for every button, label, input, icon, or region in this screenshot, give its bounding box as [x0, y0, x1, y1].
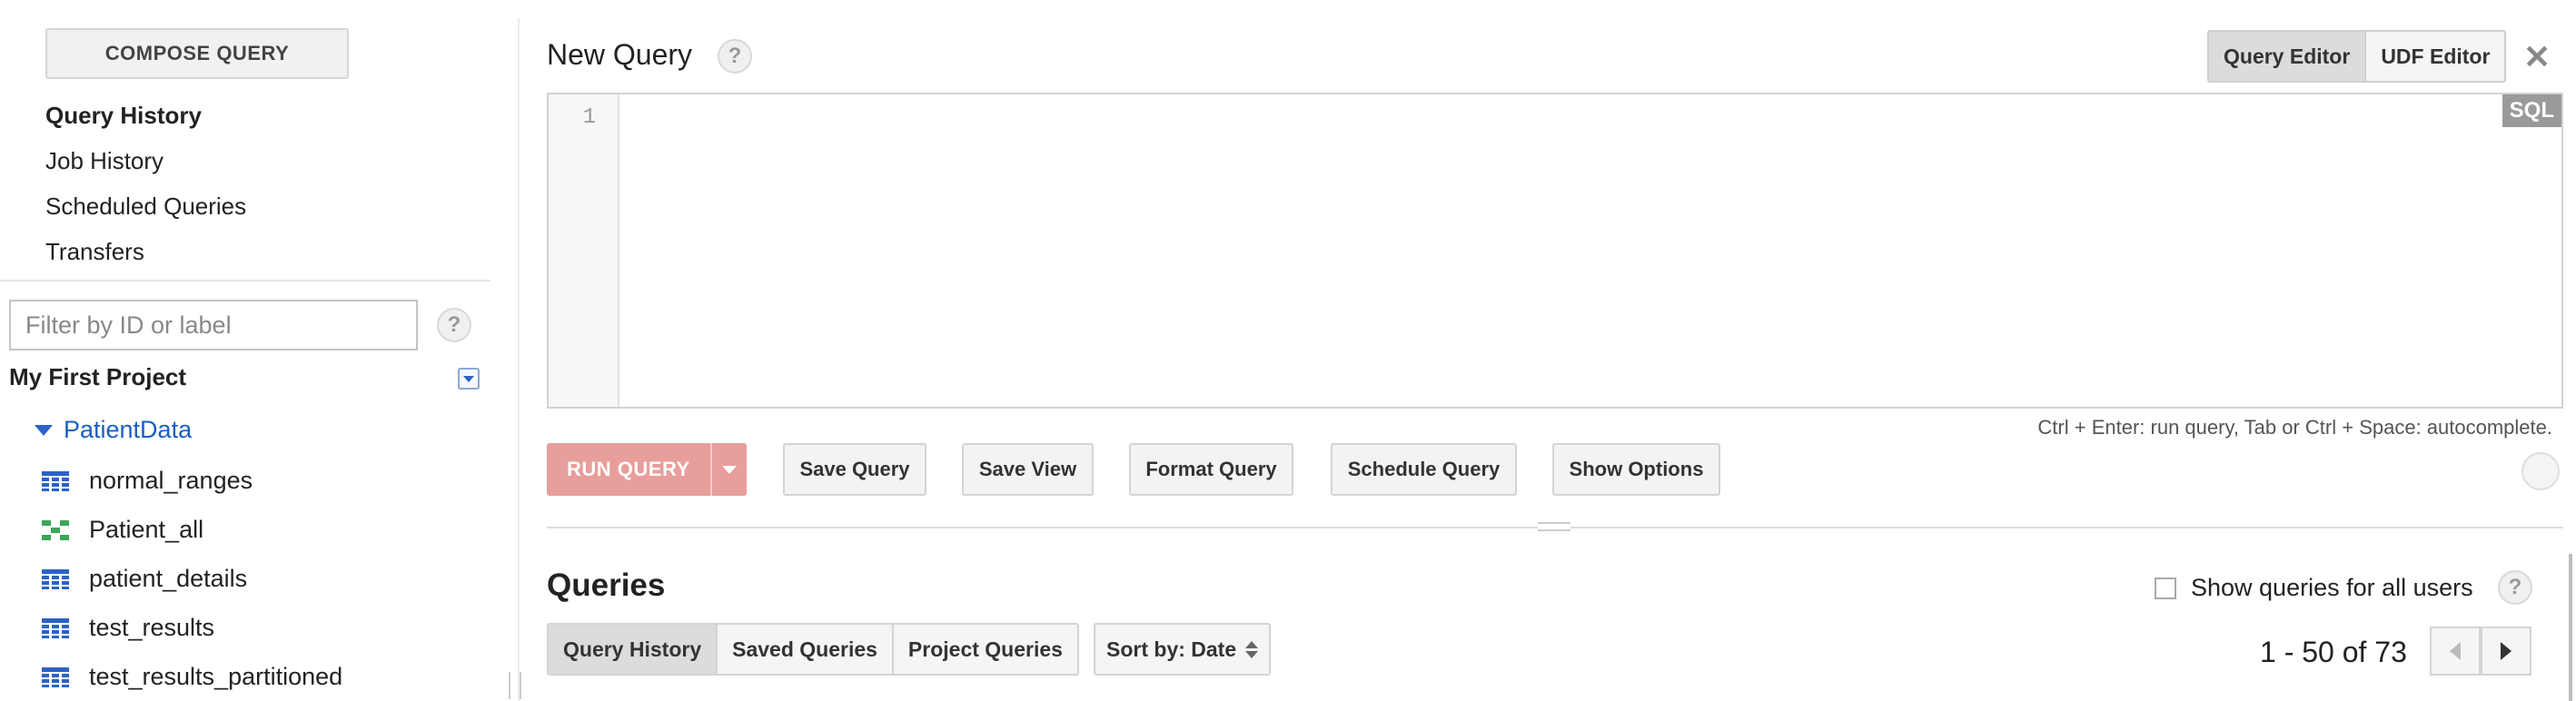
query-status-indicator	[2522, 452, 2560, 490]
chevron-right-icon	[2501, 642, 2512, 660]
tab-saved-queries[interactable]: Saved Queries	[718, 625, 894, 674]
nav-scheduled-queries[interactable]: Scheduled Queries	[45, 193, 246, 221]
show-all-users-label: Show queries for all users	[2191, 574, 2473, 601]
udf-editor-tab[interactable]: UDF Editor	[2366, 32, 2505, 81]
queries-tabs: Query History Saved Queries Project Quer…	[547, 623, 1079, 676]
table-label: test_results	[89, 614, 215, 641]
table-icon	[42, 666, 69, 687]
next-page-button[interactable]	[2481, 627, 2531, 676]
previous-page-button[interactable]	[2430, 627, 2481, 676]
queries-title: Queries	[547, 568, 666, 603]
tab-project-queries[interactable]: Project Queries	[893, 625, 1077, 674]
table-label: normal_ranges	[89, 467, 253, 494]
compose-query-button[interactable]: COMPOSE QUERY	[45, 28, 349, 79]
format-query-button[interactable]: Format Query	[1129, 443, 1293, 496]
scrollbar[interactable]	[2569, 554, 2572, 701]
table-item-test-results[interactable]: test_results	[42, 614, 214, 642]
project-title[interactable]: My First Project	[9, 363, 186, 391]
keyboard-hint: Ctrl + Enter: run query, Tab or Ctrl + S…	[2037, 416, 2552, 439]
table-label: Patient_all	[89, 516, 204, 543]
tab-query-history[interactable]: Query History	[549, 625, 718, 674]
show-all-users-checkbox[interactable]	[2155, 577, 2176, 599]
table-icon	[42, 568, 69, 589]
expand-triangle-icon	[35, 424, 53, 436]
nav-divider	[0, 280, 490, 281]
schedule-query-button[interactable]: Schedule Query	[1331, 443, 1517, 496]
nav-transfers[interactable]: Transfers	[45, 238, 144, 266]
editor-toggle: Query Editor UDF Editor	[2207, 30, 2507, 83]
table-icon	[42, 470, 69, 491]
save-query-button[interactable]: Save Query	[783, 443, 926, 496]
project-dropdown-icon[interactable]	[458, 368, 480, 390]
run-options-dropdown[interactable]	[709, 443, 747, 496]
table-item-test-results-partitioned[interactable]: test_results_partitioned	[42, 663, 342, 691]
queries-help-icon[interactable]: ?	[2498, 570, 2532, 605]
line-number: 1	[582, 105, 596, 130]
show-options-button[interactable]: Show Options	[1552, 443, 1720, 496]
chevron-down-icon	[721, 465, 737, 474]
filter-help-icon[interactable]: ?	[437, 308, 471, 342]
run-query-group: RUN QUERY	[547, 443, 747, 496]
table-icon	[42, 617, 69, 638]
title-help-icon[interactable]: ?	[718, 39, 752, 74]
query-editor-tab[interactable]: Query Editor	[2209, 32, 2367, 81]
pagination-label: 1 - 50 of 73	[2260, 636, 2407, 668]
nav-job-history[interactable]: Job History	[45, 147, 163, 175]
pane-resize-handle[interactable]	[1538, 522, 1570, 531]
run-query-button[interactable]: RUN QUERY	[547, 443, 710, 496]
sort-arrows-icon	[1245, 640, 1259, 658]
dataset-label: PatientData	[64, 416, 193, 443]
line-gutter: 1	[549, 94, 619, 407]
nav-query-history[interactable]: Query History	[45, 102, 202, 130]
sql-badge: SQL	[2502, 94, 2561, 127]
close-icon[interactable]: ✕	[2523, 38, 2551, 76]
show-all-users-toggle[interactable]: Show queries for all users	[2155, 574, 2473, 602]
table-item-patient-details[interactable]: patient_details	[42, 565, 247, 593]
filter-input[interactable]	[9, 300, 418, 350]
sql-editor[interactable]: 1 SQL	[547, 93, 2563, 409]
table-item-normal-ranges[interactable]: normal_ranges	[42, 467, 253, 495]
page-title: New Query	[547, 38, 693, 71]
sort-select[interactable]: Sort by: Date	[1094, 623, 1272, 676]
table-item-patient-all[interactable]: Patient_all	[42, 516, 203, 544]
chevron-left-icon	[2450, 642, 2461, 660]
sort-label: Sort by: Date	[1106, 637, 1237, 661]
sidebar: COMPOSE QUERY Query History Job History …	[0, 0, 521, 701]
table-label: test_results_partitioned	[89, 663, 343, 690]
table-label: patient_details	[89, 565, 248, 592]
save-view-button[interactable]: Save View	[962, 443, 1094, 496]
sidebar-divider	[518, 18, 520, 701]
dataset-patientdata[interactable]: PatientData	[35, 416, 192, 444]
view-icon	[42, 519, 69, 540]
